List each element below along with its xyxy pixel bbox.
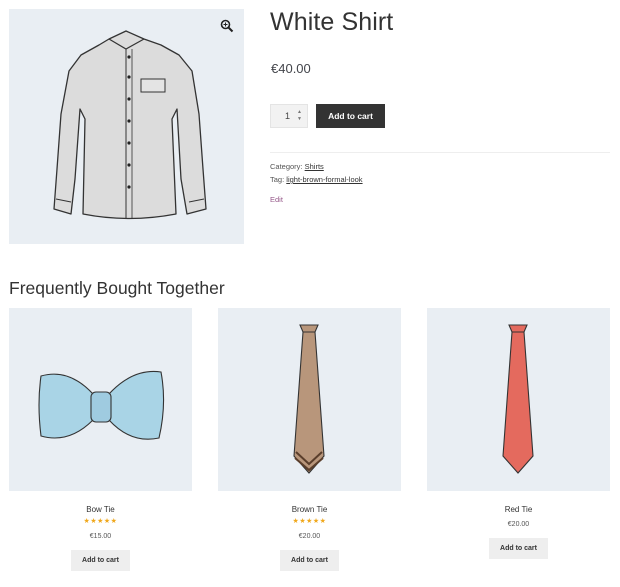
- product-name[interactable]: Bow Tie: [9, 505, 192, 514]
- product-tag: Tag: light-brown-formal-look: [270, 175, 363, 184]
- shirt-illustration: [53, 30, 207, 220]
- tag-link[interactable]: light-brown-formal-look: [286, 175, 362, 184]
- product-name[interactable]: Brown Tie: [218, 505, 401, 514]
- product-price: €20.00: [507, 521, 530, 528]
- add-to-cart-button[interactable]: Add to cart: [316, 104, 385, 128]
- quantity-stepper-icon[interactable]: ▲ ▼: [297, 109, 302, 123]
- product-card-red-tie: Red Tie €20.00 Add to cart: [427, 308, 610, 559]
- section-title: Frequently Bought Together: [9, 278, 225, 298]
- product-category: Category: Shirts: [270, 162, 324, 171]
- category-link[interactable]: Shirts: [305, 162, 324, 171]
- product-card-bow-tie: Bow Tie ★★★★★ €15.00 Add to cart: [9, 308, 192, 571]
- zoom-icon[interactable]: [220, 19, 234, 33]
- product-image-brown-tie[interactable]: [218, 308, 401, 491]
- edit-link[interactable]: Edit: [270, 195, 283, 204]
- red-tie-illustration: [502, 324, 534, 474]
- product-price: €40.00: [271, 61, 311, 76]
- product-image[interactable]: [9, 9, 244, 244]
- product-price: €15.00: [89, 533, 112, 540]
- tag-label: Tag:: [270, 175, 285, 184]
- category-label: Category:: [270, 162, 303, 171]
- add-to-cart-button[interactable]: Add to cart: [280, 550, 339, 571]
- divider: [270, 152, 610, 153]
- brown-tie-illustration: [293, 324, 325, 474]
- add-to-cart-button[interactable]: Add to cart: [489, 538, 548, 559]
- product-name[interactable]: Red Tie: [427, 505, 610, 514]
- bow-tie-illustration: [38, 370, 165, 440]
- rating-stars: ★★★★★: [292, 518, 327, 525]
- product-title: White Shirt: [270, 8, 394, 36]
- product-image-bow-tie[interactable]: [9, 308, 192, 491]
- product-image-red-tie[interactable]: [427, 308, 610, 491]
- quantity-value: 1: [285, 111, 291, 121]
- rating-stars: ★★★★★: [83, 518, 118, 525]
- product-price: €20.00: [298, 533, 321, 540]
- product-card-brown-tie: Brown Tie ★★★★★ €20.00 Add to cart: [218, 308, 401, 571]
- add-to-cart-button[interactable]: Add to cart: [71, 550, 130, 571]
- quantity-input[interactable]: 1 ▲ ▼: [270, 104, 308, 128]
